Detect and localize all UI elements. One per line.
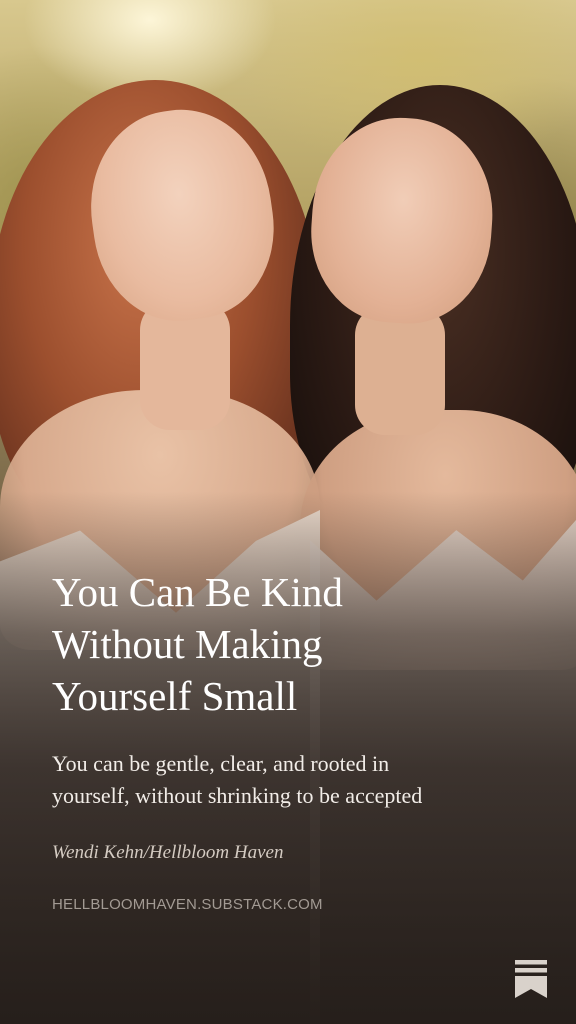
post-share-card: You Can Be Kind Without Making Yourself … [0,0,576,1024]
post-title-line: You Can Be Kind [52,569,343,615]
post-subtitle-line: yourself, without shrinking to be accept… [52,783,423,808]
post-subtitle: You can be gentle, clear, and rooted in … [52,748,542,812]
post-author: Wendi Kehn/Hellbloom Haven [52,842,284,863]
post-title-line: Yourself Small [52,673,298,719]
post-title: You Can Be Kind Without Making Yourself … [52,566,522,722]
substack-bookmark-icon [515,960,547,998]
post-title-line: Without Making [52,621,323,667]
publication-url[interactable]: HELLBLOOMHAVEN.SUBSTACK.COM [52,894,532,916]
bottom-gradient-overlay [0,0,576,1024]
post-subtitle-line: You can be gentle, clear, and rooted in [52,751,390,776]
